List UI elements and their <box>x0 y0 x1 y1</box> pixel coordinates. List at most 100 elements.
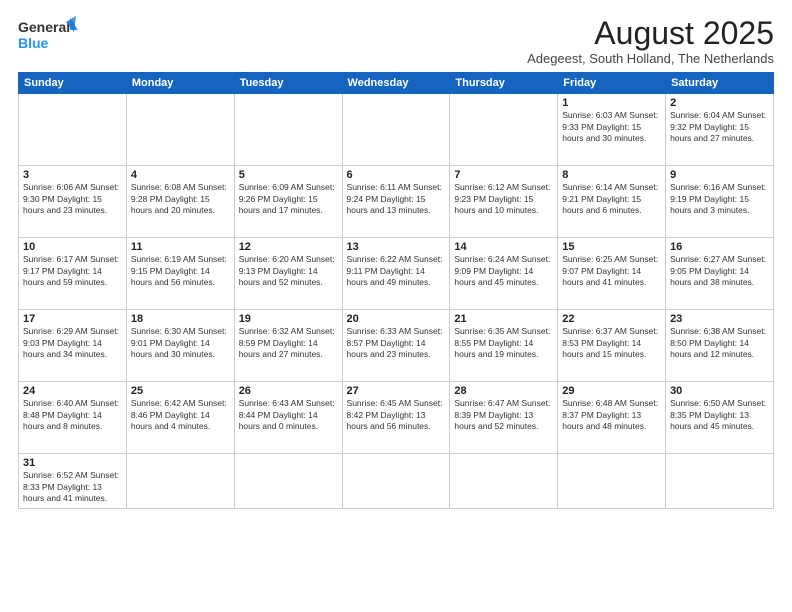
calendar-week-row: 24Sunrise: 6:40 AM Sunset: 8:48 PM Dayli… <box>19 382 774 454</box>
day-info: Sunrise: 6:04 AM Sunset: 9:32 PM Dayligh… <box>670 110 769 144</box>
calendar-cell: 14Sunrise: 6:24 AM Sunset: 9:09 PM Dayli… <box>450 238 558 310</box>
day-number: 25 <box>131 385 230 397</box>
calendar-cell: 10Sunrise: 6:17 AM Sunset: 9:17 PM Dayli… <box>19 238 127 310</box>
day-number: 28 <box>454 385 553 397</box>
calendar-week-row: 3Sunrise: 6:06 AM Sunset: 9:30 PM Daylig… <box>19 166 774 238</box>
day-number: 20 <box>347 313 446 325</box>
calendar-cell: 26Sunrise: 6:43 AM Sunset: 8:44 PM Dayli… <box>234 382 342 454</box>
logo: General Blue <box>18 16 78 58</box>
day-info: Sunrise: 6:48 AM Sunset: 8:37 PM Dayligh… <box>562 398 661 432</box>
day-number: 30 <box>670 385 769 397</box>
day-number: 4 <box>131 169 230 181</box>
calendar-cell <box>450 94 558 166</box>
calendar-cell: 27Sunrise: 6:45 AM Sunset: 8:42 PM Dayli… <box>342 382 450 454</box>
day-info: Sunrise: 6:38 AM Sunset: 8:50 PM Dayligh… <box>670 326 769 360</box>
calendar-cell <box>342 94 450 166</box>
calendar-cell: 24Sunrise: 6:40 AM Sunset: 8:48 PM Dayli… <box>19 382 127 454</box>
day-number: 13 <box>347 241 446 253</box>
calendar-cell: 25Sunrise: 6:42 AM Sunset: 8:46 PM Dayli… <box>126 382 234 454</box>
calendar-cell: 28Sunrise: 6:47 AM Sunset: 8:39 PM Dayli… <box>450 382 558 454</box>
day-info: Sunrise: 6:08 AM Sunset: 9:28 PM Dayligh… <box>131 182 230 216</box>
calendar-cell: 7Sunrise: 6:12 AM Sunset: 9:23 PM Daylig… <box>450 166 558 238</box>
col-saturday: Saturday <box>666 73 774 94</box>
day-number: 21 <box>454 313 553 325</box>
calendar-cell: 11Sunrise: 6:19 AM Sunset: 9:15 PM Dayli… <box>126 238 234 310</box>
calendar-cell: 5Sunrise: 6:09 AM Sunset: 9:26 PM Daylig… <box>234 166 342 238</box>
day-info: Sunrise: 6:20 AM Sunset: 9:13 PM Dayligh… <box>239 254 338 288</box>
day-number: 11 <box>131 241 230 253</box>
day-number: 23 <box>670 313 769 325</box>
day-info: Sunrise: 6:42 AM Sunset: 8:46 PM Dayligh… <box>131 398 230 432</box>
day-info: Sunrise: 6:14 AM Sunset: 9:21 PM Dayligh… <box>562 182 661 216</box>
col-thursday: Thursday <box>450 73 558 94</box>
page: General Blue August 2025 Adegeest, South… <box>0 0 792 612</box>
calendar-cell: 18Sunrise: 6:30 AM Sunset: 9:01 PM Dayli… <box>126 310 234 382</box>
day-info: Sunrise: 6:24 AM Sunset: 9:09 PM Dayligh… <box>454 254 553 288</box>
day-info: Sunrise: 6:11 AM Sunset: 9:24 PM Dayligh… <box>347 182 446 216</box>
day-info: Sunrise: 6:32 AM Sunset: 8:59 PM Dayligh… <box>239 326 338 360</box>
day-number: 18 <box>131 313 230 325</box>
subtitle: Adegeest, South Holland, The Netherlands <box>527 51 774 66</box>
calendar-cell: 21Sunrise: 6:35 AM Sunset: 8:55 PM Dayli… <box>450 310 558 382</box>
calendar-cell: 19Sunrise: 6:32 AM Sunset: 8:59 PM Dayli… <box>234 310 342 382</box>
svg-text:General: General <box>18 19 70 35</box>
day-number: 27 <box>347 385 446 397</box>
day-info: Sunrise: 6:06 AM Sunset: 9:30 PM Dayligh… <box>23 182 122 216</box>
day-info: Sunrise: 6:45 AM Sunset: 8:42 PM Dayligh… <box>347 398 446 432</box>
day-number: 9 <box>670 169 769 181</box>
calendar-cell: 8Sunrise: 6:14 AM Sunset: 9:21 PM Daylig… <box>558 166 666 238</box>
day-info: Sunrise: 6:50 AM Sunset: 8:35 PM Dayligh… <box>670 398 769 432</box>
day-number: 14 <box>454 241 553 253</box>
day-info: Sunrise: 6:22 AM Sunset: 9:11 PM Dayligh… <box>347 254 446 288</box>
main-title: August 2025 <box>527 16 774 51</box>
calendar-cell <box>558 454 666 508</box>
day-number: 17 <box>23 313 122 325</box>
day-info: Sunrise: 6:12 AM Sunset: 9:23 PM Dayligh… <box>454 182 553 216</box>
calendar-cell <box>126 454 234 508</box>
day-number: 3 <box>23 169 122 181</box>
calendar-cell: 1Sunrise: 6:03 AM Sunset: 9:33 PM Daylig… <box>558 94 666 166</box>
day-info: Sunrise: 6:16 AM Sunset: 9:19 PM Dayligh… <box>670 182 769 216</box>
day-number: 1 <box>562 97 661 109</box>
day-info: Sunrise: 6:43 AM Sunset: 8:44 PM Dayligh… <box>239 398 338 432</box>
svg-text:Blue: Blue <box>18 35 49 51</box>
calendar-cell: 17Sunrise: 6:29 AM Sunset: 9:03 PM Dayli… <box>19 310 127 382</box>
day-info: Sunrise: 6:27 AM Sunset: 9:05 PM Dayligh… <box>670 254 769 288</box>
day-info: Sunrise: 6:35 AM Sunset: 8:55 PM Dayligh… <box>454 326 553 360</box>
day-info: Sunrise: 6:40 AM Sunset: 8:48 PM Dayligh… <box>23 398 122 432</box>
day-number: 2 <box>670 97 769 109</box>
col-monday: Monday <box>126 73 234 94</box>
calendar-header-row: Sunday Monday Tuesday Wednesday Thursday… <box>19 73 774 94</box>
calendar-cell: 31Sunrise: 6:52 AM Sunset: 8:33 PM Dayli… <box>19 454 127 508</box>
calendar-cell: 2Sunrise: 6:04 AM Sunset: 9:32 PM Daylig… <box>666 94 774 166</box>
calendar-cell: 13Sunrise: 6:22 AM Sunset: 9:11 PM Dayli… <box>342 238 450 310</box>
day-number: 7 <box>454 169 553 181</box>
calendar-cell: 12Sunrise: 6:20 AM Sunset: 9:13 PM Dayli… <box>234 238 342 310</box>
day-number: 22 <box>562 313 661 325</box>
generalblue-logo: General Blue <box>18 16 78 58</box>
day-info: Sunrise: 6:03 AM Sunset: 9:33 PM Dayligh… <box>562 110 661 144</box>
day-number: 6 <box>347 169 446 181</box>
day-number: 12 <box>239 241 338 253</box>
calendar-cell: 29Sunrise: 6:48 AM Sunset: 8:37 PM Dayli… <box>558 382 666 454</box>
calendar-cell: 30Sunrise: 6:50 AM Sunset: 8:35 PM Dayli… <box>666 382 774 454</box>
calendar-cell: 20Sunrise: 6:33 AM Sunset: 8:57 PM Dayli… <box>342 310 450 382</box>
calendar-cell <box>234 454 342 508</box>
calendar-table: Sunday Monday Tuesday Wednesday Thursday… <box>18 72 774 508</box>
day-number: 16 <box>670 241 769 253</box>
day-info: Sunrise: 6:37 AM Sunset: 8:53 PM Dayligh… <box>562 326 661 360</box>
calendar-cell <box>234 94 342 166</box>
title-block: August 2025 Adegeest, South Holland, The… <box>527 16 774 66</box>
day-info: Sunrise: 6:33 AM Sunset: 8:57 PM Dayligh… <box>347 326 446 360</box>
calendar-cell: 23Sunrise: 6:38 AM Sunset: 8:50 PM Dayli… <box>666 310 774 382</box>
calendar-cell: 15Sunrise: 6:25 AM Sunset: 9:07 PM Dayli… <box>558 238 666 310</box>
calendar-week-row: 17Sunrise: 6:29 AM Sunset: 9:03 PM Dayli… <box>19 310 774 382</box>
day-number: 19 <box>239 313 338 325</box>
col-sunday: Sunday <box>19 73 127 94</box>
day-number: 31 <box>23 457 122 469</box>
col-tuesday: Tuesday <box>234 73 342 94</box>
day-info: Sunrise: 6:29 AM Sunset: 9:03 PM Dayligh… <box>23 326 122 360</box>
header: General Blue August 2025 Adegeest, South… <box>18 16 774 66</box>
calendar-cell: 6Sunrise: 6:11 AM Sunset: 9:24 PM Daylig… <box>342 166 450 238</box>
day-number: 29 <box>562 385 661 397</box>
